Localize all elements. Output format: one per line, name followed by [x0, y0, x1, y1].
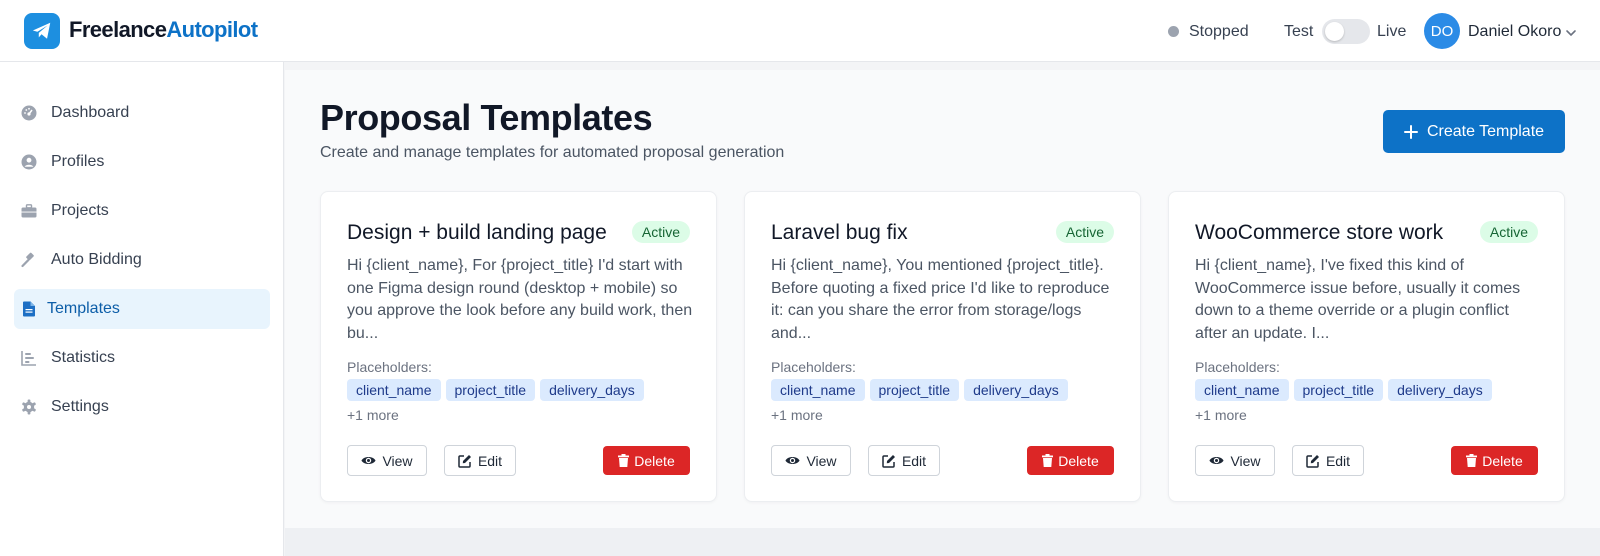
view-button[interactable]: View [347, 445, 427, 476]
placeholder-tag: delivery_days [1388, 379, 1492, 401]
sidebar-item-profiles[interactable]: Profiles [14, 142, 270, 182]
sidebar-item-templates[interactable]: Templates [14, 289, 270, 329]
template-title: Laravel bug fix [771, 221, 908, 244]
paper-plane-icon[interactable] [24, 13, 60, 49]
status-badge: Active [631, 221, 690, 243]
template-title: Design + build landing page [347, 221, 607, 244]
sidebar-item-label: Profiles [51, 153, 105, 170]
placeholder-tag: delivery_days [964, 379, 1068, 401]
edit-button[interactable]: Edit [1292, 445, 1364, 476]
trash-icon [618, 454, 630, 467]
status-badge: Active [1479, 221, 1538, 243]
gear-icon [21, 399, 37, 415]
eye-icon [785, 456, 800, 465]
delete-label: Delete [634, 452, 675, 469]
status-badge: Active [1055, 221, 1114, 243]
template-preview: Hi {client_name}, You mentioned {project… [771, 257, 1110, 342]
delete-button[interactable]: Delete [1027, 446, 1114, 475]
chart-icon [21, 350, 37, 366]
view-label: View [806, 452, 837, 469]
sidebar-item-label: Dashboard [51, 104, 130, 121]
mode-live-label: Live [1377, 23, 1407, 40]
delete-button[interactable]: Delete [603, 446, 690, 475]
plus-icon [1403, 124, 1418, 139]
view-button[interactable]: View [1195, 445, 1275, 476]
placeholder-tag: client_name [771, 379, 865, 401]
delete-label: Delete [1058, 452, 1099, 469]
sidebar-item-label: Projects [51, 202, 109, 219]
brand-name-part1: Freelance [69, 17, 167, 42]
view-button[interactable]: View [771, 445, 851, 476]
placeholders-label: Placeholders: [347, 359, 432, 375]
trash-icon [1466, 454, 1478, 467]
avatar[interactable]: DO [1424, 13, 1460, 49]
view-label: View [382, 452, 413, 469]
placeholder-tag: project_title [1293, 379, 1384, 401]
top-header: FreelanceAutopilot Stopped Test Live DO … [0, 0, 1600, 62]
create-template-label: Create Template [1426, 122, 1545, 140]
edit-button[interactable]: Edit [444, 445, 516, 476]
page-subtitle: Create and manage templates for automate… [320, 144, 785, 161]
edit-icon [1306, 454, 1319, 468]
delete-button[interactable]: Delete [1451, 446, 1538, 475]
template-preview: Hi {client_name}, For {project_title} I'… [347, 257, 693, 342]
placeholder-tag: project_title [445, 379, 536, 401]
eye-icon [1209, 456, 1224, 465]
edit-label: Edit [901, 452, 927, 469]
sidebar-item-settings[interactable]: Settings [14, 387, 270, 427]
sidebar-item-statistics[interactable]: Statistics [14, 338, 270, 378]
eye-icon [361, 456, 376, 465]
template-title: WooCommerce store work [1195, 221, 1444, 244]
edit-icon [458, 454, 471, 468]
template-preview: Hi {client_name}, I've fixed this kind o… [1195, 257, 1521, 342]
chevron-down-icon[interactable] [1564, 26, 1578, 40]
briefcase-icon [21, 203, 37, 219]
file-icon [21, 301, 37, 317]
edit-label: Edit [1325, 452, 1351, 469]
placeholder-tag: project_title [869, 379, 960, 401]
sidebar-item-label: Templates [47, 300, 120, 317]
create-template-button[interactable]: Create Template [1383, 110, 1565, 153]
delete-label: Delete [1482, 452, 1523, 469]
toggle-knob [1325, 22, 1344, 41]
placeholder-tag: client_name [1195, 379, 1289, 401]
template-card: Design + build landing page Active Hi {c… [320, 191, 717, 502]
page-title: Proposal Templates [320, 97, 653, 138]
user-circle-icon [21, 154, 37, 170]
placeholder-tags: client_name project_title delivery_days [1195, 379, 1492, 401]
bot-status: Stopped [1189, 23, 1249, 40]
sidebar-item-label: Auto Bidding [51, 251, 142, 268]
brand-name[interactable]: FreelanceAutopilot [69, 17, 258, 43]
template-card: Laravel bug fix Active Hi {client_name},… [744, 191, 1141, 502]
sidebar-item-dashboard[interactable]: Dashboard [14, 93, 270, 133]
user-name[interactable]: Daniel Okoro [1468, 22, 1561, 42]
brand-name-part2: Autopilot [166, 17, 258, 42]
edit-icon [882, 454, 895, 468]
page-footer-band [285, 528, 1600, 556]
placeholder-tag: delivery_days [540, 379, 644, 401]
gauge-icon [21, 105, 37, 121]
mode-toggle[interactable] [1322, 19, 1370, 44]
sidebar-item-projects[interactable]: Projects [14, 191, 270, 231]
sidebar-item-label: Settings [51, 398, 109, 415]
placeholders-label: Placeholders: [1195, 359, 1280, 375]
edit-button[interactable]: Edit [868, 445, 940, 476]
placeholder-tags: client_name project_title delivery_days [347, 379, 644, 401]
trash-icon [1042, 454, 1054, 467]
placeholder-tag: client_name [347, 379, 441, 401]
status-dot-icon [1168, 26, 1179, 37]
sidebar-item-auto-bidding[interactable]: Auto Bidding [14, 240, 270, 280]
placeholder-tags: client_name project_title delivery_days [771, 379, 1068, 401]
more-placeholders: +1 more [1195, 407, 1247, 423]
more-placeholders: +1 more [347, 407, 399, 423]
template-card: WooCommerce store work Active Hi {client… [1168, 191, 1565, 502]
mode-test-label: Test [1284, 23, 1314, 40]
sidebar-item-label: Statistics [51, 349, 116, 366]
edit-label: Edit [477, 452, 503, 469]
sidebar: Dashboard Profiles Projects Auto Bidding… [0, 62, 284, 556]
gavel-icon [21, 252, 37, 268]
view-label: View [1230, 452, 1261, 469]
more-placeholders: +1 more [771, 407, 823, 423]
placeholders-label: Placeholders: [771, 359, 856, 375]
